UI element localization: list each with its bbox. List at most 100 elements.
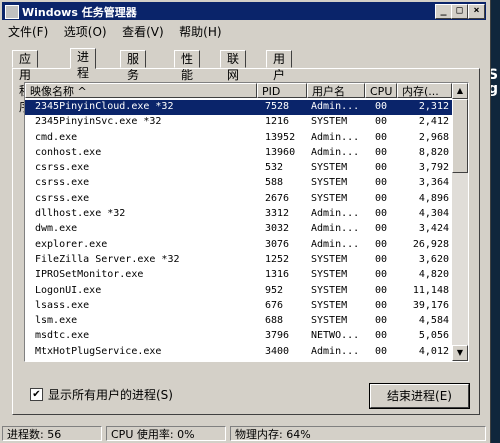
process-user: Admin... [311, 223, 360, 235]
process-pid: 532 [265, 162, 284, 174]
checkmark-icon: ✔ [32, 389, 41, 400]
process-user: SYSTEM [311, 192, 348, 204]
tab-services[interactable]: 服务 [120, 50, 147, 82]
process-row[interactable]: csrss.exe 2676 SYSTEM 00 4,896 [25, 192, 452, 207]
column-image-name[interactable]: 映像名称 ^ [25, 83, 257, 98]
process-name: conhost.exe [35, 146, 102, 158]
menu-file[interactable]: 文件(F) [8, 25, 48, 39]
process-name: MtxHotPlugService.exe [35, 345, 162, 357]
end-process-button[interactable]: 结束进程(E) [370, 384, 469, 408]
column-memory[interactable]: 内存(... [397, 83, 452, 98]
process-name: IPROSetMonitor.exe [35, 269, 144, 281]
process-name: 2345PinyinSvc.exe *32 [35, 116, 162, 128]
close-button[interactable]: × [468, 4, 485, 19]
column-cpu[interactable]: CPU [365, 83, 397, 98]
process-row[interactable]: lsm.exe 688 SYSTEM 00 4,584 [25, 314, 452, 329]
menu-options[interactable]: 选项(O) [64, 25, 107, 39]
process-list[interactable]: 映像名称 ^ PID 用户名 CPU 内存(... 2345PinyinClou… [24, 82, 469, 362]
process-pid: 3032 [265, 223, 290, 235]
process-user: Admin... [311, 101, 360, 112]
column-username[interactable]: 用户名 [307, 83, 365, 98]
vertical-scrollbar[interactable]: ▲ ▼ [452, 83, 468, 361]
process-row[interactable]: dllhost.exe *32 3312 Admin... 00 4,304 [25, 207, 452, 222]
process-row[interactable]: msdtc.exe 3796 NETWO... 00 5,056 [25, 329, 452, 344]
tab-users[interactable]: 用户 [266, 50, 293, 82]
process-pid: 2676 [265, 192, 290, 204]
show-all-users-checkbox[interactable]: ✔ [30, 388, 43, 401]
status-process-count: 进程数: 56 [2, 426, 102, 441]
process-cpu: 00 [375, 208, 388, 220]
process-cpu: 00 [375, 116, 388, 128]
title-bar[interactable]: Windows 任务管理器 _ □ × [2, 2, 486, 20]
process-memory: 2,412 [418, 116, 449, 128]
process-user: SYSTEM [311, 253, 348, 265]
process-row[interactable]: dwm.exe 3032 Admin... 00 3,424 [25, 222, 452, 237]
process-pid: 3400 [265, 345, 290, 357]
process-pid: 688 [265, 315, 284, 327]
process-row[interactable]: csrss.exe 532 SYSTEM 00 3,792 [25, 161, 452, 176]
scroll-thumb[interactable] [452, 99, 468, 173]
process-name: csrss.exe [35, 162, 90, 174]
process-pid: 3076 [265, 238, 290, 250]
menu-view[interactable]: 查看(V) [122, 25, 164, 39]
scroll-up-button[interactable]: ▲ [452, 83, 468, 99]
maximize-button[interactable]: □ [451, 4, 468, 19]
process-name: dwm.exe [35, 223, 78, 235]
status-cpu-usage: CPU 使用率: 0% [106, 426, 226, 441]
process-user: SYSTEM [311, 116, 348, 128]
process-user: SYSTEM [311, 284, 348, 296]
process-row[interactable]: 2345PinyinCloud.exe *32 7528 Admin... 00 2,3… [25, 100, 452, 116]
process-cpu: 00 [375, 345, 388, 357]
process-name: msdtc.exe [35, 330, 90, 342]
status-physical-memory: 物理内存: 64% [230, 426, 486, 441]
process-cpu: 00 [375, 131, 388, 143]
process-row[interactable]: lsass.exe 676 SYSTEM 00 39,176 [25, 299, 452, 314]
process-memory: 11,148 [412, 284, 449, 296]
process-pid: 676 [265, 299, 284, 311]
process-row[interactable]: csrss.exe 588 SYSTEM 00 3,364 [25, 176, 452, 191]
tab-applications[interactable]: 应用程序 [12, 50, 39, 114]
process-name: FileZilla Server.exe *32 [35, 253, 180, 265]
process-memory: 3,620 [418, 253, 449, 265]
window-title: Windows 任务管理器 [22, 6, 137, 19]
process-user: Admin... [311, 208, 360, 220]
process-pid: 1216 [265, 116, 290, 128]
process-user: Admin... [311, 131, 360, 143]
process-row[interactable]: LogonUI.exe 952 SYSTEM 00 11,148 [25, 284, 452, 299]
process-pid: 13952 [265, 131, 296, 143]
process-row[interactable]: conhost.exe 13960 Admin... 00 8,820 [25, 146, 452, 161]
minimize-button[interactable]: _ [435, 4, 452, 19]
scroll-down-button[interactable]: ▼ [452, 345, 468, 361]
process-pid: 7528 [265, 101, 290, 112]
process-pid: 1316 [265, 269, 290, 281]
process-row[interactable]: FileZilla Server.exe *32 1252 SYSTEM 00 3,62… [25, 253, 452, 268]
process-cpu: 00 [375, 253, 388, 265]
process-name: lsass.exe [35, 299, 90, 311]
process-row[interactable]: explorer.exe 3076 Admin... 00 26,928 [25, 238, 452, 253]
tab-networking[interactable]: 联网 [220, 50, 247, 82]
process-memory: 39,176 [412, 299, 449, 311]
process-memory: 2,968 [418, 131, 449, 143]
column-pid[interactable]: PID [257, 83, 307, 98]
show-all-users-label[interactable]: 显示所有用户的进程(S) [48, 386, 173, 403]
status-bar: 进程数: 56 CPU 使用率: 0% 物理内存: 64% [2, 424, 486, 443]
process-memory: 4,584 [418, 315, 449, 327]
process-user: SYSTEM [311, 269, 348, 281]
tab-performance[interactable]: 性能 [174, 50, 201, 82]
process-cpu: 00 [375, 284, 388, 296]
process-name: cmd.exe [35, 131, 78, 143]
process-memory: 4,012 [418, 345, 449, 357]
process-user: Admin... [311, 146, 360, 158]
process-pid: 3796 [265, 330, 290, 342]
process-pid: 588 [265, 177, 284, 189]
menu-help[interactable]: 帮助(H) [179, 25, 221, 39]
process-row[interactable]: MtxHotPlugService.exe 3400 Admin... 00 4,012 [25, 345, 452, 360]
tab-processes[interactable]: 进程 [70, 48, 97, 80]
process-row[interactable]: IPROSetMonitor.exe 1316 SYSTEM 00 4,820 [25, 268, 452, 283]
process-name: LogonUI.exe [35, 284, 102, 296]
process-name: csrss.exe [35, 177, 90, 189]
process-row[interactable]: 2345PinyinSvc.exe *32 1216 SYSTEM 00 2,412 [25, 115, 452, 130]
process-rows: 2345PinyinCloud.exe *32 7528 Admin... 00 2,3… [25, 100, 452, 360]
process-row[interactable]: cmd.exe 13952 Admin... 00 2,968 [25, 131, 452, 146]
task-manager-window: Windows 任务管理器 _ □ × 文件(F) 选项(O) 查看(V) 帮助… [0, 0, 491, 443]
